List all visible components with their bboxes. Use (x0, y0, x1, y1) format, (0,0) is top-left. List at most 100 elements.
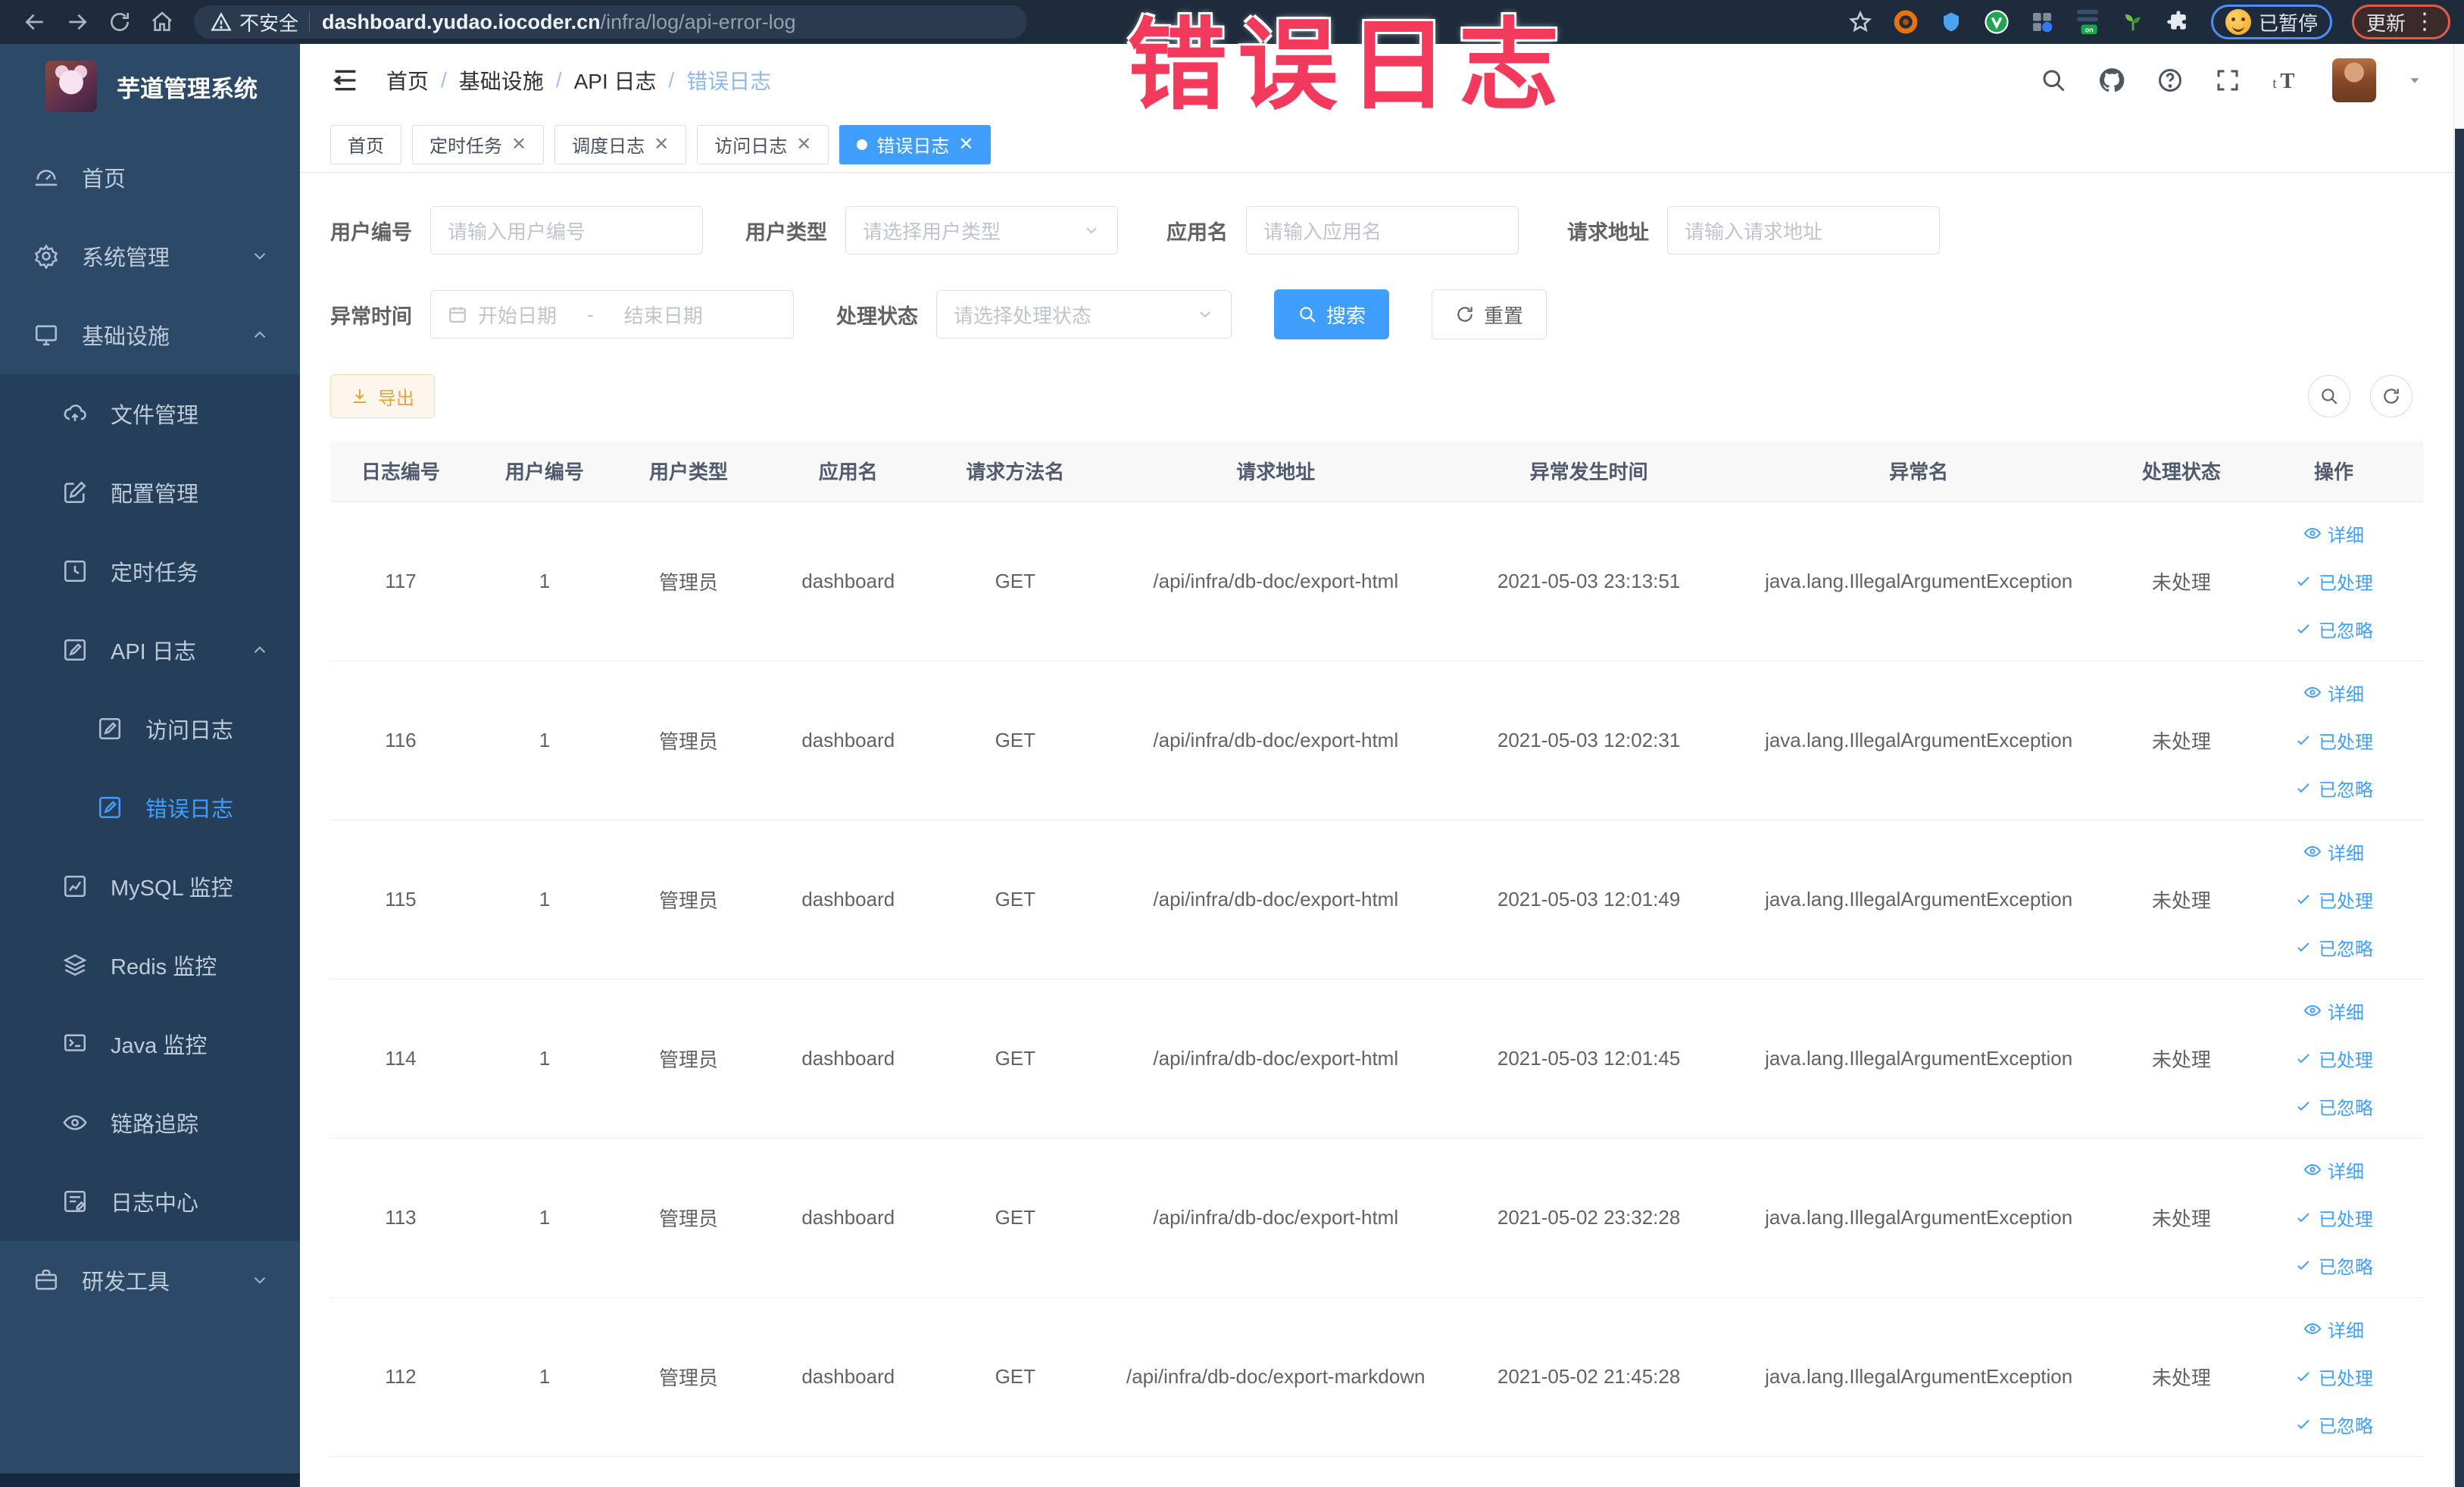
process-status-select[interactable]: 请选择处理状态 (936, 290, 1232, 339)
user-type-select[interactable]: 请选择用户类型 (845, 206, 1118, 255)
cell-exception-time: 2021-05-03 12:01:45 (1458, 979, 1719, 1139)
check-icon (2294, 1367, 2313, 1385)
window-scrollbar[interactable] (2453, 44, 2464, 1487)
extension-orange-icon[interactable] (1893, 9, 1919, 35)
close-tab-icon[interactable]: ✕ (796, 133, 811, 155)
browser-home-button[interactable] (141, 4, 183, 40)
exception-time-range-picker[interactable]: 开始日期 - 结束日期 (430, 290, 794, 339)
cell-user-id: 1 (470, 501, 619, 661)
browser-back-button[interactable] (14, 4, 56, 40)
font-size-icon[interactable]: tT (2272, 67, 2302, 94)
tab-home[interactable]: 首页 (330, 124, 401, 164)
help-icon[interactable] (2156, 67, 2184, 94)
mark-processed-link[interactable]: 已处理 (2294, 886, 2373, 913)
table-row: 115 1 管理员 dashboard GET /api/infra/db-do… (330, 820, 2423, 979)
refresh-table-button[interactable] (2370, 375, 2412, 417)
app-logo-row[interactable]: 芋道管理系统 (0, 44, 300, 129)
check-icon (2294, 890, 2313, 908)
mark-processed-link[interactable]: 已处理 (2294, 1364, 2373, 1390)
extensions-puzzle-icon[interactable] (2166, 9, 2191, 35)
layers-icon (62, 952, 88, 978)
user-id-input[interactable]: 请输入用户编号 (430, 206, 703, 255)
profile-paused-chip[interactable]: 已暂停 (2210, 5, 2332, 39)
browser-update-chip[interactable]: 更新 ⋮ (2351, 5, 2450, 39)
breadcrumb-infra[interactable]: 基础设施 (459, 65, 544, 95)
tab-schedule-log[interactable]: 调度日志 ✕ (554, 124, 687, 164)
cell-exception-name: java.lang.IllegalArgumentException (1719, 1138, 2119, 1298)
extension-green-v-icon[interactable] (1984, 9, 2010, 35)
tab-access-log[interactable]: 访问日志 ✕ (697, 124, 829, 164)
search-button[interactable]: 搜索 (1274, 289, 1390, 339)
breadcrumb-home[interactable]: 首页 (386, 65, 429, 95)
sidebar-item-file-manage[interactable]: 文件管理 (0, 374, 300, 453)
user-menu-caret-icon[interactable] (2406, 72, 2423, 89)
sidebar-item-error-log[interactable]: 错误日志 (0, 768, 300, 847)
request-url-input[interactable]: 请输入请求地址 (1667, 206, 1940, 255)
reset-button[interactable]: 重置 (1432, 289, 1547, 339)
detail-link[interactable]: 详细 (2303, 679, 2364, 706)
search-icon[interactable] (2040, 67, 2067, 94)
detail-link[interactable]: 详细 (2303, 1157, 2364, 1183)
fullscreen-icon[interactable] (2214, 67, 2241, 94)
collapse-sidebar-icon[interactable] (330, 65, 361, 95)
extension-blue-shield-icon[interactable] (1938, 9, 1964, 35)
sidebar-item-access-log[interactable]: 访问日志 (0, 689, 300, 768)
mark-ignored-link[interactable]: 已忽略 (2294, 1411, 2373, 1438)
eye-icon (2303, 1001, 2322, 1020)
sidebar-item-infrastructure[interactable]: 基础设施 (0, 295, 300, 374)
sidebar-item-system[interactable]: 系统管理 (0, 217, 300, 295)
cell-actions: 详细 已处理 已忽略 (2244, 1297, 2423, 1457)
sidebar-item-config-manage[interactable]: 配置管理 (0, 453, 300, 532)
extension-grid-icon[interactable] (2029, 9, 2055, 35)
chart-square-icon (62, 873, 88, 899)
mark-ignored-link[interactable]: 已忽略 (2294, 1252, 2373, 1279)
github-icon[interactable] (2097, 66, 2126, 95)
sidebar-item-log-center[interactable]: 日志中心 (0, 1162, 300, 1241)
sidebar-item-trace[interactable]: 链路追踪 (0, 1083, 300, 1162)
sidebar-item-java-monitor[interactable]: Java 监控 (0, 1004, 300, 1083)
sidebar-item-mysql-monitor[interactable]: MySQL 监控 (0, 847, 300, 926)
close-tab-icon[interactable]: ✕ (958, 133, 973, 155)
app-name-input[interactable]: 请输入应用名 (1246, 206, 1519, 255)
browser-forward-button[interactable] (56, 4, 98, 40)
sidebar-item-dev-tools[interactable]: 研发工具 (0, 1241, 300, 1320)
sidebar-item-api-log[interactable]: API 日志 (0, 611, 300, 689)
close-tab-icon[interactable]: ✕ (511, 133, 526, 155)
scrollbar-thumb[interactable] (2455, 129, 2464, 1487)
edit-square-icon (62, 480, 88, 505)
sidebar-item-redis-monitor[interactable]: Redis 监控 (0, 926, 300, 1004)
toggle-search-button[interactable] (2308, 375, 2350, 417)
mark-ignored-link[interactable]: 已忽略 (2294, 1093, 2373, 1120)
detail-link[interactable]: 详细 (2303, 998, 2364, 1024)
filter-row-1: 用户编号 请输入用户编号 用户类型 请选择用户类型 应用名 请输入应用名 请求地… (330, 206, 2423, 255)
sidebar-item-home[interactable]: 首页 (0, 138, 300, 217)
extension-on-badge-icon[interactable]: on (2075, 9, 2100, 35)
user-avatar[interactable] (2332, 58, 2376, 102)
mark-processed-link[interactable]: 已处理 (2294, 568, 2373, 595)
sidebar-item-scheduled-jobs[interactable]: 定时任务 (0, 532, 300, 611)
mark-processed-link[interactable]: 已处理 (2294, 727, 2373, 754)
security-label[interactable]: 不安全 (239, 8, 298, 36)
detail-link[interactable]: 详细 (2303, 1316, 2364, 1342)
mark-processed-link[interactable]: 已处理 (2294, 1045, 2373, 1072)
mark-ignored-link[interactable]: 已忽略 (2294, 616, 2373, 642)
tab-error-log[interactable]: 错误日志 ✕ (839, 124, 992, 164)
bookmark-star-icon[interactable] (1847, 9, 1873, 35)
browser-reload-button[interactable] (98, 4, 141, 40)
detail-link[interactable]: 详细 (2303, 520, 2364, 547)
breadcrumb-api-log[interactable]: API 日志 (574, 65, 657, 95)
page-url[interactable]: dashboard.yudao.iocoder.cn/infra/log/api… (322, 11, 796, 34)
tab-scheduled-jobs[interactable]: 定时任务 ✕ (412, 124, 545, 164)
browser-menu-icon[interactable]: ⋮ (2413, 11, 2436, 33)
mark-ignored-link[interactable]: 已忽略 (2294, 934, 2373, 961)
cell-user-id: 1 (470, 661, 619, 820)
extension-sprout-icon[interactable] (2120, 9, 2146, 35)
address-bar[interactable]: 不安全 dashboard.yudao.iocoder.cn/infra/log… (194, 5, 1027, 39)
detail-link[interactable]: 详细 (2303, 839, 2364, 865)
export-button[interactable]: 导出 (330, 374, 435, 418)
check-icon (2294, 1097, 2313, 1115)
mark-processed-link[interactable]: 已处理 (2294, 1204, 2373, 1231)
mark-ignored-link[interactable]: 已忽略 (2294, 775, 2373, 801)
cell-app-name: dashboard (758, 820, 938, 979)
close-tab-icon[interactable]: ✕ (654, 133, 669, 155)
